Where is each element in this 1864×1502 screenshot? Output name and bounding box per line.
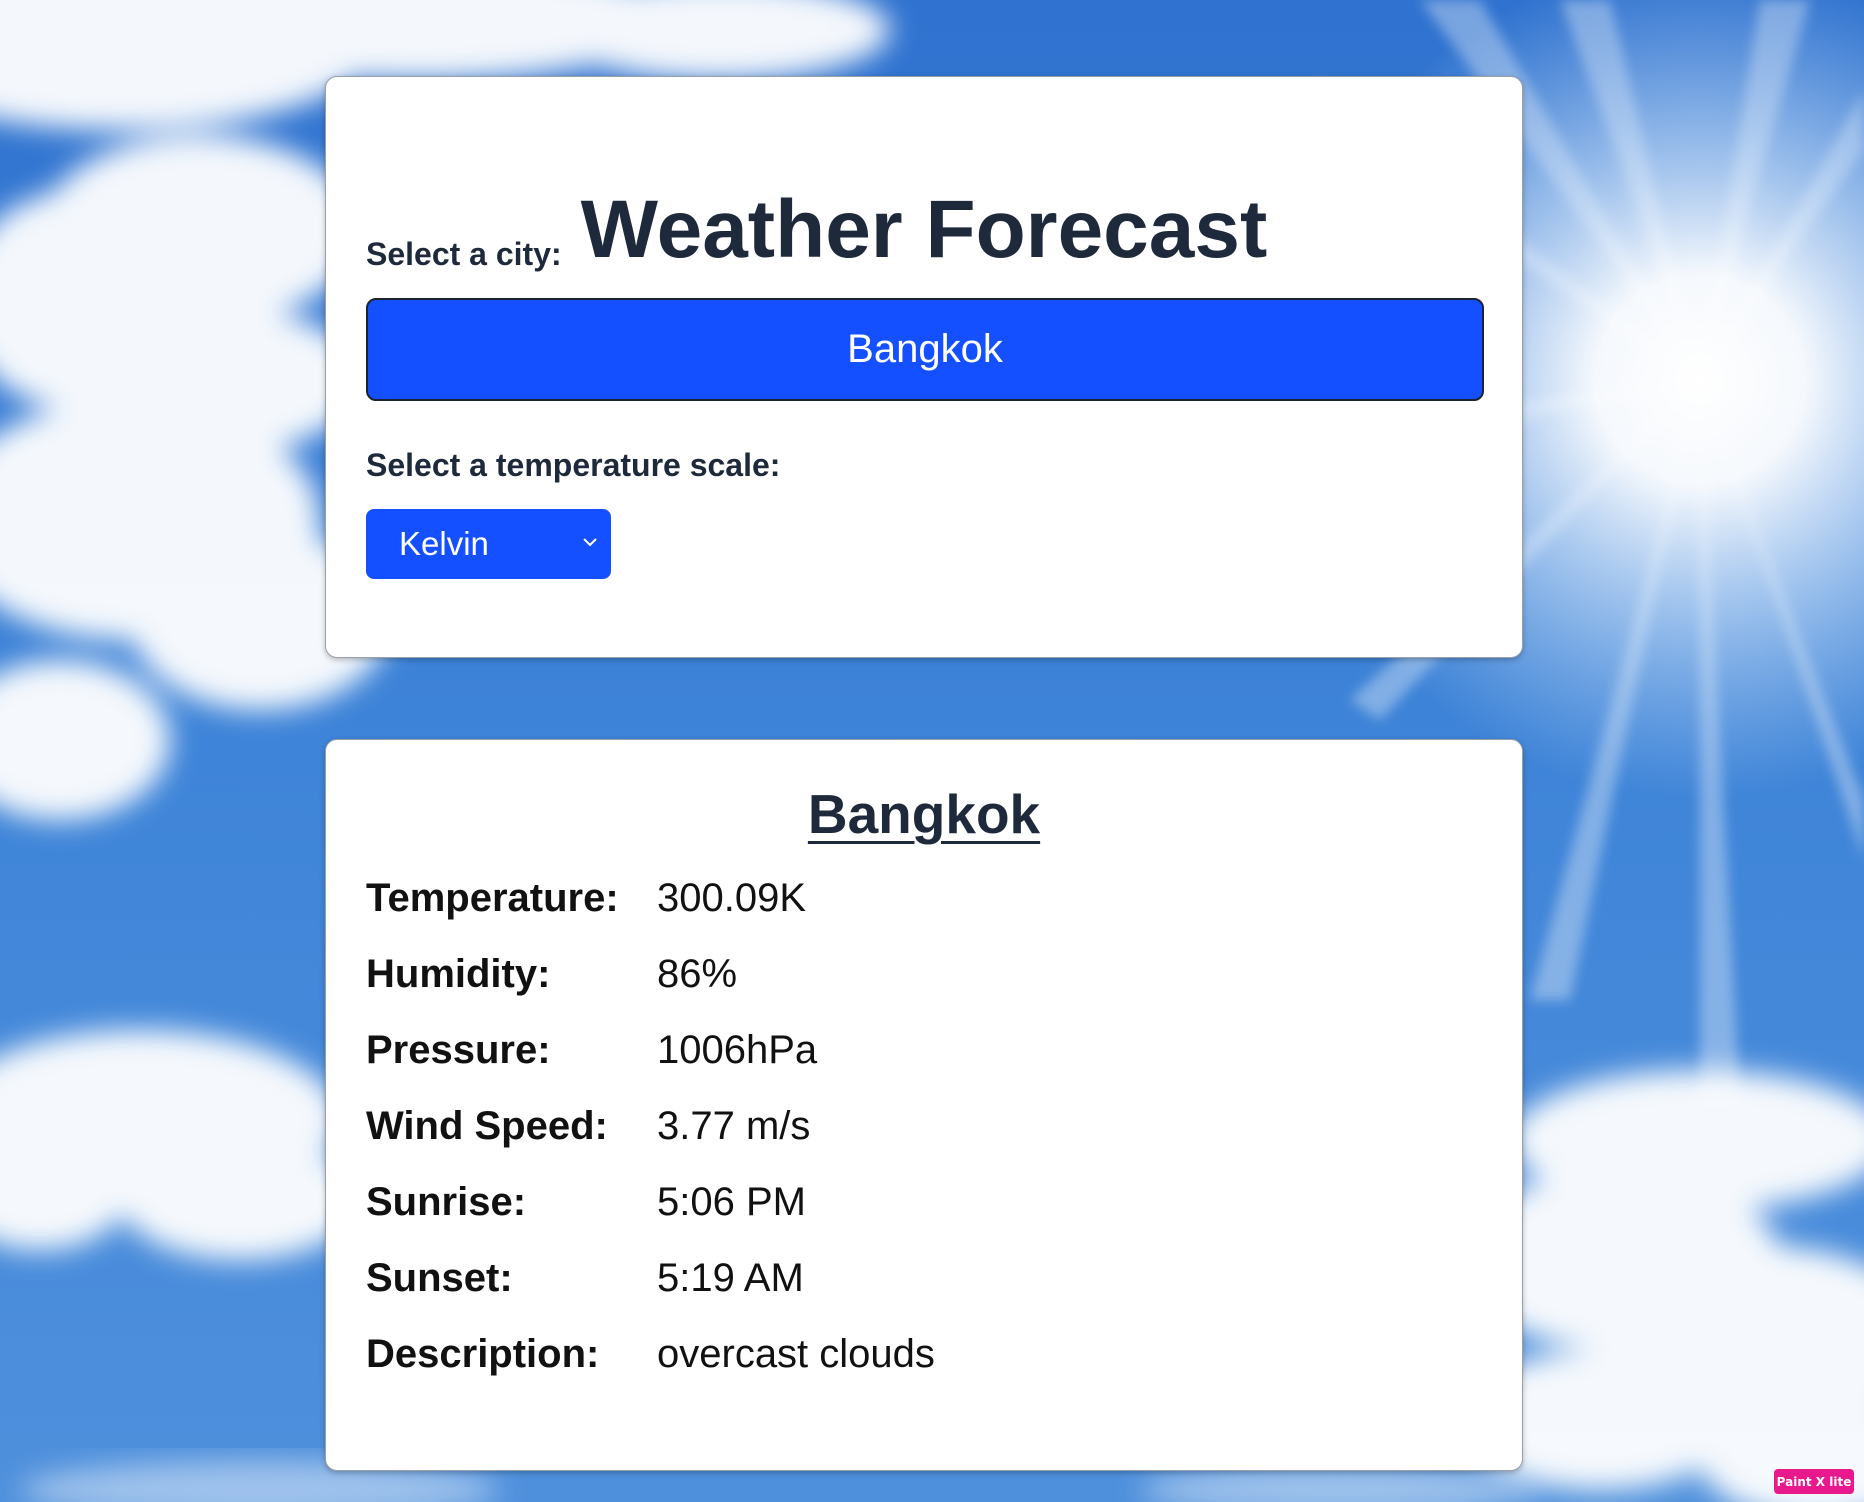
controls-card: Weather Forecast Select a city: Bangkok … [325,76,1523,658]
temperature-scale-label: Select a temperature scale: [366,447,781,483]
paint-x-lite-badge: Paint X lite [1774,1469,1854,1494]
pressure-row: Pressure: 1006hPa [366,1025,1366,1075]
description-label: Description: [366,1332,600,1376]
sunset-row: Sunset: 5:19 AM [366,1253,1366,1303]
city-button[interactable]: Bangkok [366,298,1484,401]
temperature-row: Temperature: 300.09K [366,873,1366,923]
temperature-scale-value: Kelvin [399,525,489,562]
wind-speed-row: Wind Speed: 3.77 m/s [366,1101,1366,1151]
weather-result-card: Bangkok Temperature: 300.09K Humidity: 8… [325,739,1523,1471]
temperature-value: 300.09K [657,876,807,920]
humidity-label: Humidity: [366,952,551,996]
humidity-value: 86% [657,952,738,996]
description-row: Description: overcast clouds [366,1329,1366,1379]
temperature-label: Temperature: [366,876,619,920]
sunset-label: Sunset: [366,1256,513,1300]
sunrise-value: 5:06 PM [657,1180,806,1224]
humidity-row: Humidity: 86% [366,949,1366,999]
wind-speed-value: 3.77 m/s [657,1104,811,1148]
temperature-scale-select[interactable]: Kelvin [366,509,611,579]
city-label: Select a city: [366,236,562,272]
pressure-label: Pressure: [366,1028,551,1072]
pressure-value: 1006hPa [657,1028,818,1072]
wind-speed-label: Wind Speed: [366,1104,608,1148]
sunset-value: 5:19 AM [657,1256,804,1300]
sunrise-label: Sunrise: [366,1180,527,1224]
result-city-title: Bangkok [807,783,1041,845]
description-value: overcast clouds [657,1332,935,1376]
chevron-down-icon [583,538,597,547]
sunrise-row: Sunrise: 5:06 PM [366,1177,1366,1227]
